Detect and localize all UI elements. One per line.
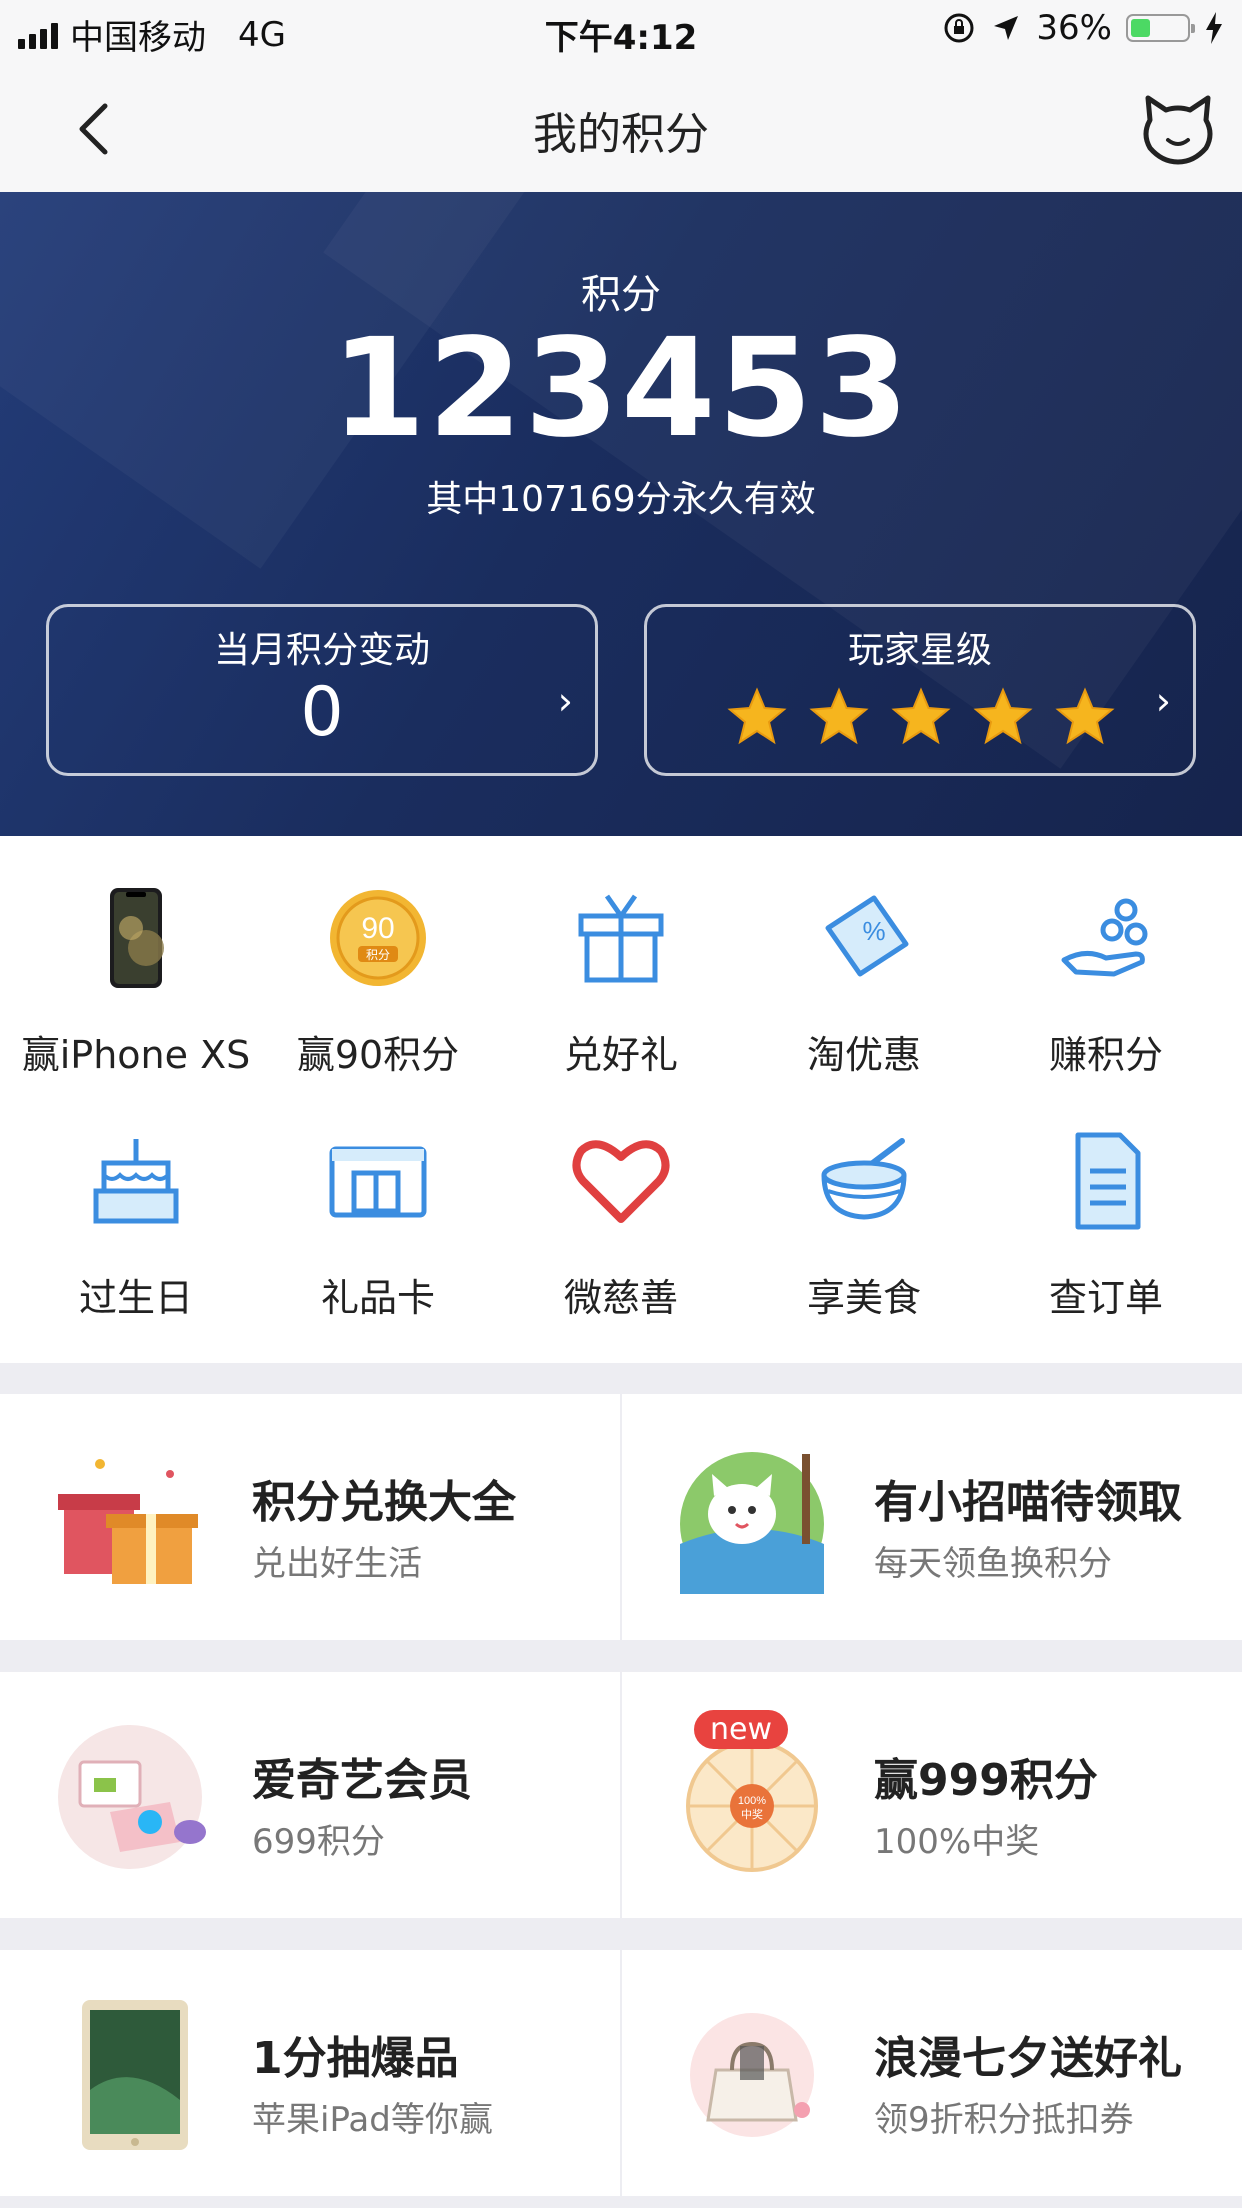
- iphone-icon: [110, 888, 164, 988]
- battery-percent: 36%: [1036, 8, 1112, 48]
- points-hero: 积分 123453 其中107169分永久有效 当月积分变动 0 › 玩家星级 …: [0, 192, 1242, 836]
- grid-item-earn-points[interactable]: 赚积分: [982, 836, 1230, 1077]
- grid-label: 礼品卡: [320, 1276, 435, 1320]
- promo-title: 爱奇艺会员: [252, 1755, 472, 1806]
- coupon-icon: %: [825, 895, 909, 977]
- status-bar: 中国移动 4G 下午4:12 36%: [0, 0, 1242, 62]
- grid-label: 过生日: [78, 1276, 193, 1320]
- birthday-cake-icon: [93, 1139, 179, 1224]
- grid-item-charity[interactable]: 微慈善: [497, 1079, 745, 1320]
- handbag-icon: [690, 2013, 814, 2137]
- svg-text:100%: 100%: [738, 1795, 766, 1807]
- promo-title: 浪漫七夕送好礼: [874, 2033, 1182, 2084]
- gift-icon: [578, 894, 664, 983]
- monthly-change-card[interactable]: 当月积分变动 0 ›: [46, 604, 598, 776]
- star-rating: [727, 687, 1115, 747]
- status-right: 36%: [942, 8, 1224, 48]
- permanent-points-note: 其中107169分永久有效: [426, 479, 816, 520]
- grid-item-win-90-points[interactable]: 90 积分 赢90积分: [254, 836, 502, 1077]
- grid-item-win-iphone[interactable]: 赢iPhone XS: [12, 836, 260, 1077]
- grid-item-redeem-gifts[interactable]: 兑好礼: [497, 836, 745, 1077]
- points-coin-icon: 90 积分: [330, 890, 426, 986]
- location-arrow-icon: [994, 16, 1019, 40]
- promo-title: 赢999积分: [874, 1755, 1098, 1806]
- grid-label: 查订单: [1048, 1276, 1163, 1320]
- svg-text:90: 90: [361, 912, 394, 945]
- star-icon: [809, 687, 869, 745]
- monthly-change-title: 当月积分变动: [213, 630, 430, 671]
- feature-grid: 赢iPhone XS 90 积分 赢90积分 兑好礼 % 淘优惠 赚积分 过生日…: [0, 836, 1242, 1363]
- earn-points-icon: [1061, 898, 1148, 977]
- promo-win-999-points[interactable]: 100% 中奖 new 赢999积分 100%中奖: [622, 1672, 1242, 1918]
- grid-item-orders[interactable]: 查订单: [982, 1079, 1230, 1320]
- promo-1-cent-draw[interactable]: 1分抽爆品 苹果iPad等你赢: [0, 1950, 620, 2196]
- promo-title: 有小招喵待领取: [874, 1477, 1182, 1528]
- promo-qixi-gifts[interactable]: 浪漫七夕送好礼 领9折积分抵扣券: [622, 1950, 1242, 2196]
- promo-subtitle: 苹果iPad等你赢: [252, 2100, 493, 2140]
- monthly-change-value: 0: [300, 673, 344, 752]
- star-icon: [891, 687, 951, 745]
- grid-label: 淘优惠: [806, 1033, 921, 1077]
- charging-bolt-icon: [1206, 12, 1222, 44]
- page-title: 我的积分: [533, 109, 709, 160]
- player-level-title: 玩家星级: [847, 630, 992, 671]
- star-icon: [727, 687, 787, 745]
- cat-icon: [1143, 95, 1213, 165]
- grid-label: 赚积分: [1048, 1033, 1163, 1077]
- promo-subtitle: 兑出好生活: [252, 1544, 422, 1584]
- promo-title: 1分抽爆品: [252, 2033, 459, 2084]
- promo-subtitle: 699积分: [252, 1822, 385, 1862]
- order-doc-icon: [1075, 1132, 1141, 1230]
- grid-label: 兑好礼: [563, 1033, 678, 1077]
- battery-icon: [1126, 14, 1195, 42]
- cat-fishing-icon: [680, 1452, 824, 1594]
- grid-label: 享美食: [806, 1276, 921, 1320]
- promo-iqiyi-member[interactable]: 爱奇艺会员 699积分: [0, 1672, 620, 1918]
- chevron-right-icon: ›: [1155, 679, 1171, 723]
- points-value: 123453: [331, 310, 911, 468]
- grid-label: 赢90积分: [296, 1033, 460, 1077]
- grid-label: 赢iPhone XS: [21, 1033, 251, 1077]
- gift-card-icon: [329, 1146, 427, 1218]
- svg-text:积分: 积分: [366, 948, 390, 962]
- food-bowl-icon: [821, 1138, 907, 1220]
- new-badge: new: [694, 1710, 789, 1749]
- player-level-card[interactable]: 玩家星级 ›: [644, 604, 1196, 776]
- iqiyi-icon: [58, 1725, 206, 1869]
- gift-boxes-icon: [58, 1459, 198, 1584]
- promo-subtitle: 领9折积分抵扣券: [874, 2100, 1134, 2140]
- promo-title: 积分兑换大全: [252, 1477, 516, 1528]
- star-icon: [1055, 687, 1115, 745]
- heart-icon: [572, 1140, 670, 1223]
- chevron-right-icon: ›: [557, 679, 573, 723]
- grid-label: 微慈善: [563, 1276, 678, 1320]
- promo-subtitle: 每天领鱼换积分: [874, 1544, 1112, 1584]
- rotation-lock-icon: [944, 13, 974, 43]
- promo-subtitle: 100%中奖: [874, 1822, 1040, 1862]
- grid-item-gift-card[interactable]: 礼品卡: [254, 1079, 502, 1320]
- cat-mascot-button[interactable]: [1138, 90, 1218, 170]
- grid-item-birthday[interactable]: 过生日: [12, 1079, 260, 1320]
- promo-cat-rewards[interactable]: 有小招喵待领取 每天领鱼换积分: [622, 1394, 1242, 1640]
- grid-item-food[interactable]: 享美食: [740, 1079, 988, 1320]
- nav-bar: 我的积分: [0, 62, 1242, 193]
- ipad-icon: [82, 2000, 188, 2150]
- promo-points-exchange[interactable]: 积分兑换大全 兑出好生活: [0, 1394, 620, 1640]
- svg-text:%: %: [862, 916, 885, 946]
- grid-item-deals[interactable]: % 淘优惠: [740, 836, 988, 1077]
- svg-text:中奖: 中奖: [741, 1807, 763, 1821]
- star-icon: [973, 687, 1033, 745]
